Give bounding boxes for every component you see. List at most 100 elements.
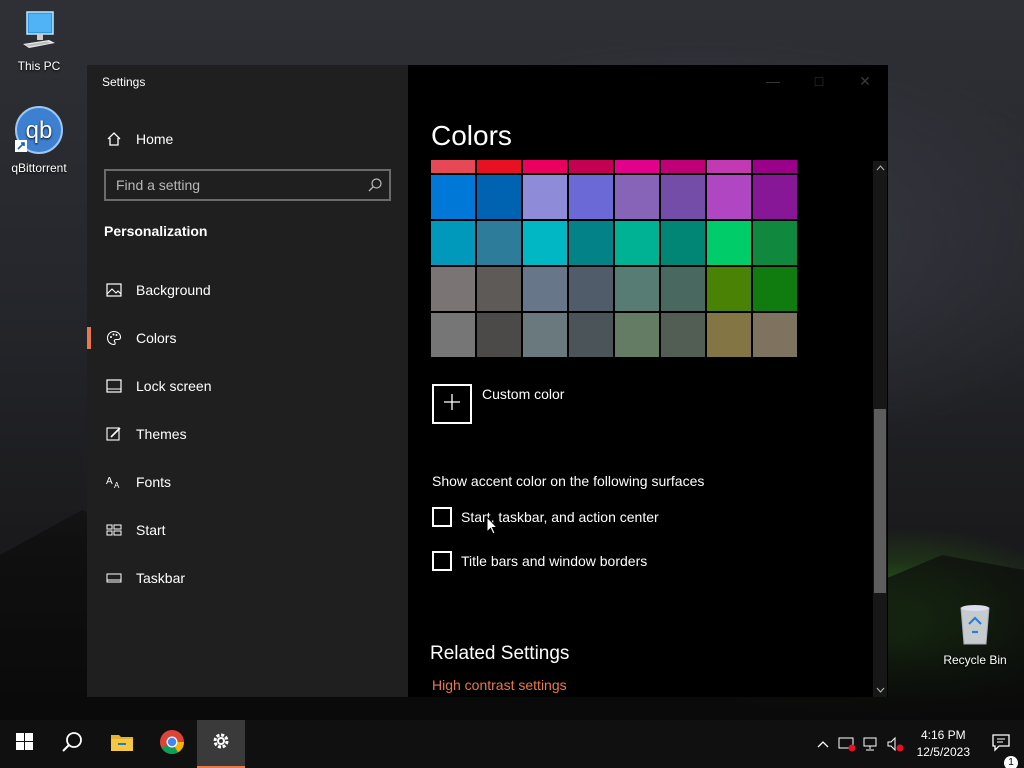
window-title: Settings xyxy=(102,75,146,89)
search-input[interactable]: Find a setting xyxy=(104,169,391,201)
clock[interactable]: 4:16 PM 12/5/2023 xyxy=(907,727,980,761)
color-swatch[interactable] xyxy=(569,313,613,357)
sidebar-item-label: Colors xyxy=(136,330,177,346)
checkbox[interactable] xyxy=(432,551,452,571)
settings-taskbar-button[interactable] xyxy=(197,720,245,768)
color-swatch[interactable] xyxy=(661,267,705,311)
custom-color-label[interactable]: Custom color xyxy=(482,386,564,402)
color-swatch[interactable] xyxy=(523,267,567,311)
volume-muted-icon[interactable] xyxy=(883,736,907,752)
color-swatch[interactable] xyxy=(477,221,521,265)
action-center-button[interactable]: 1 xyxy=(980,733,1024,768)
color-swatch[interactable] xyxy=(523,175,567,219)
color-swatch[interactable] xyxy=(431,160,475,173)
sidebar-item-fonts[interactable]: AA Fonts xyxy=(87,462,408,502)
security-icon[interactable] xyxy=(835,736,859,752)
svg-text:qb: qb xyxy=(26,117,53,144)
checkbox[interactable] xyxy=(432,507,452,527)
scroll-up-arrow-icon[interactable] xyxy=(873,161,887,175)
sidebar-item-label: Taskbar xyxy=(136,570,186,586)
color-swatch[interactable] xyxy=(707,175,751,219)
high-contrast-link[interactable]: High contrast settings xyxy=(432,677,567,693)
desktop-icon-label: qBittorrent xyxy=(11,161,67,175)
vertical-scrollbar[interactable] xyxy=(873,161,887,697)
color-swatch[interactable] xyxy=(707,267,751,311)
scrollbar-thumb[interactable] xyxy=(874,409,886,593)
desktop-icon-qbittorrent[interactable]: qb qBittorrent xyxy=(4,106,74,175)
chevron-up-icon[interactable] xyxy=(811,740,835,748)
color-swatch[interactable] xyxy=(707,313,751,357)
sidebar-item-background[interactable]: Background xyxy=(87,270,408,310)
maximize-button[interactable]: □ xyxy=(796,65,842,97)
color-swatch[interactable] xyxy=(569,267,613,311)
color-swatch[interactable] xyxy=(753,175,797,219)
color-swatch[interactable] xyxy=(753,267,797,311)
color-swatch[interactable] xyxy=(753,313,797,357)
color-swatch[interactable] xyxy=(615,267,659,311)
swatch-row xyxy=(431,221,799,265)
file-explorer-button[interactable] xyxy=(98,720,146,768)
color-swatch[interactable] xyxy=(477,175,521,219)
desktop-icon-label: Recycle Bin xyxy=(943,653,1007,667)
custom-color-button[interactable] xyxy=(432,384,472,424)
color-swatch[interactable] xyxy=(431,221,475,265)
color-swatch[interactable] xyxy=(661,221,705,265)
scroll-down-arrow-icon[interactable] xyxy=(873,683,887,697)
color-swatch[interactable] xyxy=(477,267,521,311)
search-button[interactable] xyxy=(48,720,96,768)
sidebar-item-label: Themes xyxy=(136,426,187,442)
settings-sidebar: Settings Home Find a setting Personaliza… xyxy=(87,65,408,697)
sidebar-item-colors[interactable]: Colors xyxy=(87,318,408,358)
checkbox-title-bars[interactable]: Title bars and window borders xyxy=(432,551,647,571)
color-swatch[interactable] xyxy=(569,175,613,219)
color-swatch[interactable] xyxy=(431,267,475,311)
swatch-row xyxy=(431,313,799,357)
color-swatch[interactable] xyxy=(569,221,613,265)
color-swatch[interactable] xyxy=(753,221,797,265)
color-swatch[interactable] xyxy=(661,313,705,357)
search-icon[interactable] xyxy=(367,177,383,196)
checkbox-start-taskbar[interactable]: Start, taskbar, and action center xyxy=(432,507,659,527)
related-settings-title: Related Settings xyxy=(430,643,570,664)
color-swatch[interactable] xyxy=(661,175,705,219)
sidebar-item-taskbar[interactable]: Taskbar xyxy=(87,558,408,598)
color-swatch[interactable] xyxy=(707,160,751,173)
sidebar-item-themes[interactable]: Themes xyxy=(87,414,408,454)
swatch-row xyxy=(431,160,799,173)
clock-date: 12/5/2023 xyxy=(916,745,970,759)
swatch-row xyxy=(431,175,799,219)
color-swatch[interactable] xyxy=(615,313,659,357)
color-swatch[interactable] xyxy=(431,313,475,357)
color-swatch[interactable] xyxy=(707,221,751,265)
desktop-icon-recycle-bin[interactable]: Recycle Bin xyxy=(940,602,1010,667)
svg-text:A: A xyxy=(114,481,120,489)
notification-count-badge: 1 xyxy=(1004,755,1018,768)
swatch-row xyxy=(431,267,799,311)
home-nav[interactable]: Home xyxy=(104,127,173,151)
network-icon[interactable] xyxy=(859,736,883,752)
sidebar-item-start[interactable]: Start xyxy=(87,510,408,550)
color-swatch[interactable] xyxy=(615,175,659,219)
color-swatch[interactable] xyxy=(477,160,521,173)
color-swatch[interactable] xyxy=(523,160,567,173)
minimize-button[interactable]: — xyxy=(750,65,796,97)
sidebar-item-lock-screen[interactable]: Lock screen xyxy=(87,366,408,406)
close-button[interactable]: ✕ xyxy=(842,65,888,97)
color-swatch[interactable] xyxy=(615,160,659,173)
chrome-button[interactable] xyxy=(148,720,196,768)
accent-color-grid xyxy=(431,160,799,363)
color-swatch[interactable] xyxy=(661,160,705,173)
desktop-icon-this-pc[interactable]: This PC xyxy=(4,10,74,73)
start-button[interactable] xyxy=(0,720,48,768)
color-swatch[interactable] xyxy=(753,160,797,173)
colors-page: — □ ✕ Colors Custom color Show accent co… xyxy=(408,65,888,697)
themes-icon xyxy=(104,426,124,442)
color-swatch[interactable] xyxy=(431,175,475,219)
section-title: Personalization xyxy=(104,223,208,239)
color-swatch[interactable] xyxy=(523,313,567,357)
color-swatch[interactable] xyxy=(523,221,567,265)
qbittorrent-icon: qb xyxy=(4,106,74,157)
color-swatch[interactable] xyxy=(569,160,613,173)
color-swatch[interactable] xyxy=(615,221,659,265)
color-swatch[interactable] xyxy=(477,313,521,357)
